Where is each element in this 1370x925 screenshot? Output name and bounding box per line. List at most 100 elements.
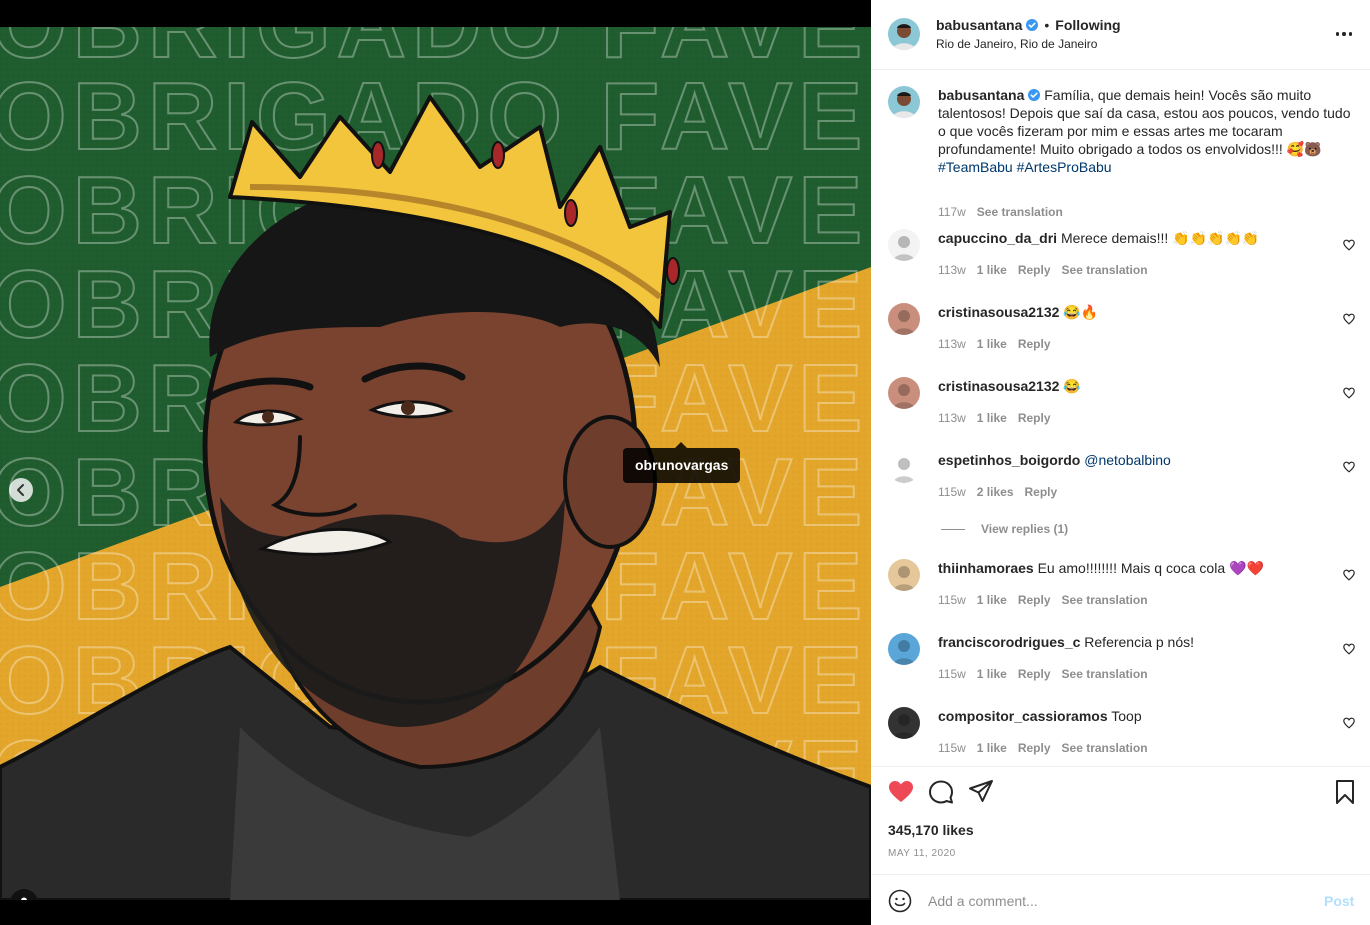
commenter-username[interactable]: cristinasousa2132 <box>938 304 1059 320</box>
share-button[interactable] <box>968 779 994 805</box>
comment-text-line: franciscorodrigues_c Referencia p nós! <box>938 633 1323 651</box>
commenter-username[interactable]: franciscorodrigues_c <box>938 634 1080 650</box>
heart-outline-icon <box>1343 643 1355 655</box>
see-translation-link[interactable]: See translation <box>1062 593 1148 607</box>
illustration: OBRIGADO FAVELAOBRIGADO FAVELAOBRIGADO F… <box>0 27 871 900</box>
avatar-image <box>888 86 920 118</box>
comment-like-button[interactable] <box>1343 717 1355 729</box>
see-translation-link[interactable]: See translation <box>1062 667 1148 681</box>
heart-outline-icon <box>1343 461 1355 473</box>
post-header: babusantana • Following Rio de Janeiro, Ri… <box>871 0 1370 70</box>
reply-button[interactable]: Reply <box>1018 337 1051 351</box>
more-options-button[interactable] <box>1332 26 1356 42</box>
comment-likes[interactable]: 1 like <box>977 411 1007 425</box>
comment-text: 😂 <box>1063 378 1081 394</box>
commenter-avatar[interactable] <box>888 633 920 665</box>
comment-like-button[interactable] <box>1343 643 1355 655</box>
post-image[interactable]: OBRIGADO FAVELAOBRIGADO FAVELAOBRIGADO F… <box>0 27 871 900</box>
caption-age[interactable]: 117w <box>938 205 966 219</box>
verified-badge-icon <box>1026 19 1039 31</box>
comment-like-button[interactable] <box>1343 461 1355 473</box>
comment-like-button[interactable] <box>1343 569 1355 581</box>
avatar-image <box>888 303 920 335</box>
author-username[interactable]: babusantana <box>936 17 1022 33</box>
comment-button[interactable] <box>928 779 954 805</box>
reply-button[interactable]: Reply <box>1025 485 1058 499</box>
author-avatar[interactable] <box>888 18 920 50</box>
comment-text-line: capuccino_da_dri Merece demais!!! 👏👏👏👏👏 <box>938 229 1323 247</box>
avatar-image <box>888 633 920 665</box>
reply-button[interactable]: Reply <box>1018 741 1051 755</box>
comment-age[interactable]: 113w <box>938 411 966 425</box>
hashtag-link[interactable]: #ArtesProBabu <box>1017 159 1112 175</box>
reply-button[interactable]: Reply <box>1018 263 1051 277</box>
comment-input[interactable] <box>928 889 1308 913</box>
comment-likes[interactable]: 1 like <box>977 593 1007 607</box>
commenter-username[interactable]: compositor_cassioramos <box>938 708 1108 724</box>
comment-age[interactable]: 115w <box>938 741 966 755</box>
comment-item: compositor_cassioramos Toop 115w 1 like Rep… <box>888 707 1355 766</box>
comment-item: thiinhamoraes Eu amo!!!!!!!! Mais q coca… <box>888 559 1355 619</box>
comment-text: Merece demais!!! 👏👏👏👏👏 <box>1060 230 1260 246</box>
heart-outline-icon <box>1343 239 1355 251</box>
replies-divider <box>941 528 965 530</box>
comment-meta: 115w 2 likes Reply <box>938 485 1057 499</box>
commenter-avatar[interactable] <box>888 559 920 591</box>
reply-button[interactable]: Reply <box>1018 411 1051 425</box>
comment-likes[interactable]: 1 like <box>977 741 1007 755</box>
avatar-image <box>888 229 920 261</box>
comment-age[interactable]: 115w <box>938 667 966 681</box>
caption-username[interactable]: babusantana <box>938 87 1024 103</box>
caption-body: babusantana Família, que demais hein! Vo… <box>938 86 1358 176</box>
comment-like-button[interactable] <box>1343 313 1355 325</box>
hashtag-link[interactable]: #TeamBabu <box>938 159 1013 175</box>
likes-count[interactable]: 345,170 likes <box>888 822 974 838</box>
user-tag-bubble[interactable]: obrunovargas <box>623 442 741 483</box>
see-translation-link[interactable]: See translation <box>977 205 1063 219</box>
comment-age[interactable]: 113w <box>938 263 966 277</box>
comments-list[interactable]: babusantana Família, que demais hein! Vo… <box>871 71 1370 766</box>
see-translation-link[interactable]: See translation <box>1062 741 1148 755</box>
comment-like-button[interactable] <box>1343 387 1355 399</box>
see-translation-link[interactable]: See translation <box>1062 263 1148 277</box>
view-replies-button[interactable]: View replies (1) <box>941 522 1068 536</box>
save-button[interactable] <box>1332 779 1358 805</box>
comment-likes[interactable]: 1 like <box>977 667 1007 681</box>
comment-likes[interactable]: 1 like <box>977 263 1007 277</box>
comment-text-line: compositor_cassioramos Toop <box>938 707 1323 725</box>
add-comment-bar: Post <box>871 874 1370 925</box>
comment-meta: 113w 1 like Reply <box>938 337 1051 351</box>
comment-likes[interactable]: 2 likes <box>977 485 1014 499</box>
post-comment-button[interactable]: Post <box>1324 893 1354 909</box>
view-replies-label: View replies (1) <box>981 522 1069 536</box>
caption-avatar[interactable] <box>888 86 920 118</box>
reply-button[interactable]: Reply <box>1018 667 1051 681</box>
commenter-username[interactable]: thiinhamoraes <box>938 560 1034 576</box>
header-line: babusantana • Following <box>936 17 1121 33</box>
avatar-image <box>888 377 920 409</box>
carousel-prev-button[interactable] <box>9 478 33 502</box>
comment-age[interactable]: 113w <box>938 337 966 351</box>
following-button[interactable]: Following <box>1055 17 1120 33</box>
comment-meta: 113w 1 like Reply See translation <box>938 263 1148 277</box>
commenter-username[interactable]: capuccino_da_dri <box>938 230 1057 246</box>
comment-likes[interactable]: 1 like <box>977 337 1007 351</box>
comment-age[interactable]: 115w <box>938 593 966 607</box>
comment-age[interactable]: 115w <box>938 485 966 499</box>
like-button[interactable] <box>888 779 914 805</box>
commenter-username[interactable]: espetinhos_boigordo <box>938 452 1080 468</box>
commenter-avatar[interactable] <box>888 229 920 261</box>
commenter-username[interactable]: cristinasousa2132 <box>938 378 1059 394</box>
mention-link[interactable]: @netobalbino <box>1084 452 1171 468</box>
commenter-avatar[interactable] <box>888 451 920 483</box>
post-location[interactable]: Rio de Janeiro, Rio de Janeiro <box>936 37 1097 51</box>
commenter-avatar[interactable] <box>888 707 920 739</box>
commenter-avatar[interactable] <box>888 303 920 335</box>
emoji-icon[interactable] <box>888 889 912 913</box>
commenter-avatar[interactable] <box>888 377 920 409</box>
comment-like-button[interactable] <box>1343 239 1355 251</box>
chevron-left-icon <box>17 484 24 496</box>
reply-button[interactable]: Reply <box>1018 593 1051 607</box>
bookmark-icon <box>1336 780 1354 804</box>
avatar-image <box>888 18 920 50</box>
